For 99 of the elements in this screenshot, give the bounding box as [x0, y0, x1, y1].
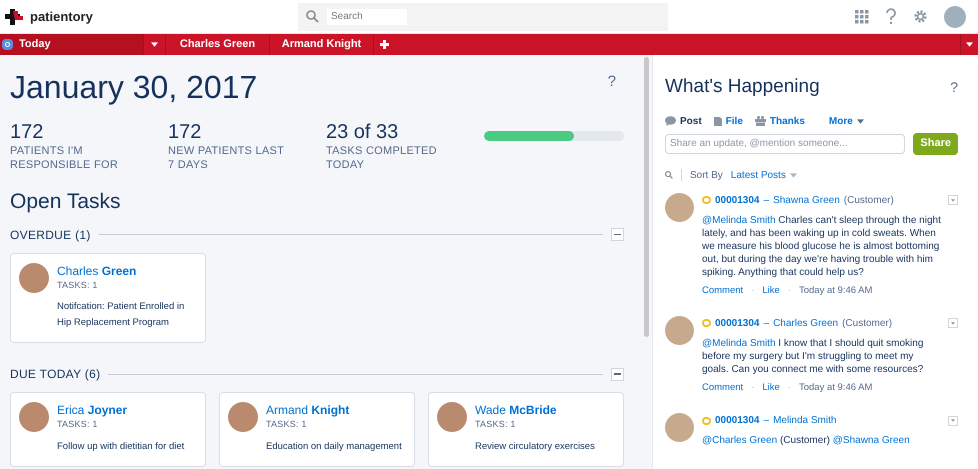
patient-avatar — [19, 262, 49, 292]
caret-icon — [966, 42, 973, 47]
separator-dot: · — [788, 284, 791, 298]
task-note: Follow up with dietitian for diet — [57, 440, 184, 454]
post-text: @Charles Green (Customer) @Shawna Green — [702, 434, 911, 447]
author-link[interactable]: Charles Green — [773, 316, 838, 331]
share-button[interactable]: Share — [913, 132, 958, 154]
publisher-tab[interactable]: Thanks — [754, 114, 805, 128]
page-date: January 30, 2017 — [10, 68, 258, 107]
gift-icon — [754, 116, 766, 126]
caret-icon — [951, 418, 955, 423]
help-link[interactable]: ? — [950, 76, 958, 98]
case-link[interactable]: 00001304 — [715, 413, 760, 428]
post-text: @Melinda Smith I know that I should quit smoking before my surgery but I'm struggling to meet my goals. Can you connect me with some resources? — [702, 336, 924, 376]
publisher-tab[interactable]: Post — [665, 114, 702, 128]
share-input[interactable]: Share an update, @mention someone... — [665, 134, 906, 154]
scrollbar[interactable] — [644, 57, 648, 337]
separator-dot: · — [751, 380, 754, 395]
stat-value: 23 of 33 — [326, 120, 400, 144]
post-menu-button[interactable] — [948, 318, 958, 328]
post-action-link[interactable]: Comment — [702, 380, 744, 395]
task-note: Notifcation: Patient Enrolled in Hip Replacement Program — [57, 300, 186, 330]
panel-title: What's Happening — [665, 75, 820, 99]
separator-text: – — [764, 194, 770, 208]
patient-name-link[interactable]: Wade McBride — [475, 402, 595, 418]
stat-label: TASKS COMPLETED TODAY — [326, 144, 438, 172]
case-icon — [702, 319, 711, 328]
author-role: (Customer) — [842, 316, 892, 331]
app-launcher-icon[interactable] — [855, 10, 869, 24]
logo-text: patientory — [30, 8, 93, 26]
caret-icon — [951, 198, 955, 202]
help-link[interactable]: ? — [608, 71, 616, 94]
caret-icon — [856, 118, 864, 124]
patient-avatar — [19, 402, 49, 432]
task-count: TASKS: 1 — [57, 418, 99, 431]
caret-icon — [951, 320, 955, 326]
search-icon[interactable] — [665, 171, 673, 179]
publisher-tab[interactable]: File — [714, 114, 743, 128]
mention-link[interactable]: @Charles Green — [702, 435, 778, 446]
user-avatar — [665, 316, 694, 345]
document-icon — [714, 116, 722, 126]
patient-name-link[interactable]: Armand Knight — [266, 402, 402, 418]
collapse-button[interactable] — [611, 368, 624, 380]
post-menu-button[interactable] — [948, 416, 958, 426]
author-link[interactable]: Melinda Smith — [773, 413, 836, 428]
patient-avatar — [228, 402, 258, 432]
patient-name-link[interactable]: Erica Joyner — [57, 402, 184, 418]
home-icon — [2, 39, 13, 50]
task-count: TASKS: 1 — [475, 418, 517, 431]
stat-value: 172 — [168, 120, 202, 144]
author-link[interactable]: Shawna Green — [773, 192, 840, 208]
stat-label: PATIENTS I'M RESPONSIBLE FOR — [10, 144, 120, 172]
group-title: OVERDUE (1) — [10, 226, 91, 244]
post-action-link[interactable]: Like — [762, 284, 780, 298]
settings-icon[interactable] — [913, 9, 928, 24]
stat-value: 172 — [10, 120, 44, 144]
user-avatar — [665, 413, 694, 442]
patient-name-link[interactable]: Charles Green — [57, 262, 197, 278]
separator-text: – — [764, 316, 770, 331]
case-icon — [702, 416, 711, 424]
mention-link[interactable]: @Melinda Smith — [702, 338, 776, 349]
help-icon[interactable] — [885, 8, 897, 25]
user-avatar[interactable] — [944, 6, 966, 28]
logo-icon — [4, 6, 26, 26]
post-action-link[interactable]: Like — [762, 380, 780, 395]
user-avatar — [665, 192, 694, 222]
post-menu-button[interactable] — [948, 195, 958, 205]
caret-icon — [151, 42, 158, 47]
separator-text: – — [764, 414, 770, 428]
collapse-button[interactable] — [611, 228, 624, 241]
group-title: DUE TODAY (6) — [10, 366, 100, 383]
mention-link[interactable]: @Shawna Green — [832, 435, 910, 446]
search-input[interactable]: Search — [327, 8, 407, 24]
case-icon — [702, 196, 711, 204]
author-role: (Customer) — [844, 194, 894, 208]
search-field[interactable]: Search — [298, 2, 668, 30]
caret-icon — [790, 172, 797, 178]
post-action-link[interactable]: Comment — [702, 284, 744, 298]
task-note: Review circulatory exercises — [475, 440, 595, 454]
mention-link[interactable]: @Melinda Smith — [702, 214, 776, 226]
separator-dot: · — [788, 380, 791, 395]
task-count: TASKS: 1 — [57, 278, 99, 292]
post-timestamp: Today at 9:46 AM — [798, 380, 872, 395]
sort-dropdown[interactable]: Latest Posts — [730, 168, 797, 182]
patient-avatar — [437, 402, 467, 432]
search-icon — [306, 10, 319, 23]
case-link[interactable]: 00001304 — [715, 316, 760, 331]
sort-label: Sort By — [690, 168, 723, 182]
post-text: @Melinda Smith Charles can't sleep through the night lately, and has been waking up in cold sweats. When we measure his blood glucose he is almost bottoming out, but during the day we're having trouble with him spiking. Anything that could help us? — [702, 214, 942, 278]
tab[interactable]: Today — [0, 34, 144, 55]
section-title: Open Tasks — [10, 189, 122, 215]
publisher-tab[interactable]: More — [828, 114, 864, 128]
task-count: TASKS: 1 — [266, 418, 308, 431]
speech-bubble-icon — [665, 116, 676, 126]
case-link[interactable]: 00001304 — [715, 192, 760, 208]
task-note: Education on daily management — [266, 440, 402, 454]
stat-label: NEW PATIENTS LAST 7 DAYS — [168, 144, 285, 172]
separator-dot: · — [751, 284, 754, 298]
post-timestamp: Today at 9:46 AM — [798, 284, 872, 298]
